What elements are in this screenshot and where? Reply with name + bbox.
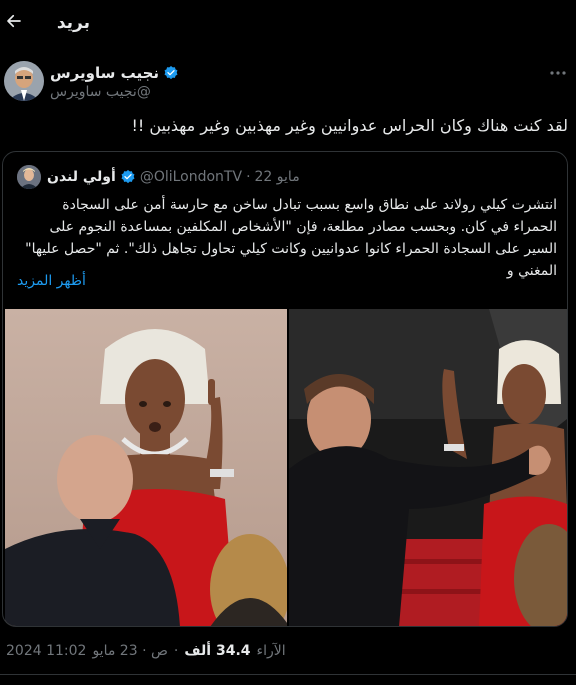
quoted-tweet-date[interactable]: مايو 22 <box>255 169 300 185</box>
separator-dot: · <box>246 169 251 185</box>
media-photo-left[interactable] <box>5 309 287 626</box>
quoted-text-line: الحمراء في كان. وبحسب مصادر مطلعة، فإن "… <box>49 219 557 235</box>
tweet-date[interactable]: ص · 23 مايو <box>92 643 167 659</box>
author-handle[interactable]: @نجيب ساويرس <box>50 84 151 100</box>
views-count: 34.4 ألف <box>184 643 251 659</box>
author-avatar[interactable] <box>4 61 44 101</box>
quoted-text-line: السير على السجادة الحمراء كانوا عدوانيين… <box>25 241 557 257</box>
tweet-metadata: 11:02 2024 ص · 23 مايو · 34.4 ألف الآراء <box>6 643 286 659</box>
back-arrow-icon[interactable] <box>5 12 23 30</box>
top-header: بريد <box>0 0 576 50</box>
author-name[interactable]: نجيب ساويرس <box>50 64 159 82</box>
media-photo-right[interactable] <box>289 309 567 626</box>
tweet-time[interactable]: 11:02 2024 <box>6 643 86 659</box>
views-label: الآراء <box>256 643 286 659</box>
quoted-text-line: المغني و <box>506 263 557 279</box>
quoted-text-line: انتشرت كيلي رولاند على نطاق واسع بسبب تب… <box>62 197 557 213</box>
page-title: بريد <box>56 13 90 33</box>
more-options-icon[interactable] <box>548 63 568 83</box>
divider <box>0 674 576 675</box>
show-more-link[interactable]: أظهر المزيد <box>17 273 86 289</box>
quoted-verified-badge-icon <box>121 170 135 184</box>
quoted-tweet-card[interactable]: أولي لندن @OliLondonTV · مايو 22 انتشرت … <box>2 151 568 627</box>
quoted-author-avatar[interactable] <box>17 165 41 189</box>
quoted-author-handle[interactable]: @OliLondonTV <box>140 169 242 185</box>
verified-badge-icon <box>164 66 178 80</box>
tweet-author[interactable]: نجيب ساويرس @نجيب ساويرس <box>0 58 576 104</box>
quoted-author-name[interactable]: أولي لندن <box>47 169 116 185</box>
tweet-text: لقد كنت هناك وكان الحراس عدوانيين وغير م… <box>131 116 568 135</box>
